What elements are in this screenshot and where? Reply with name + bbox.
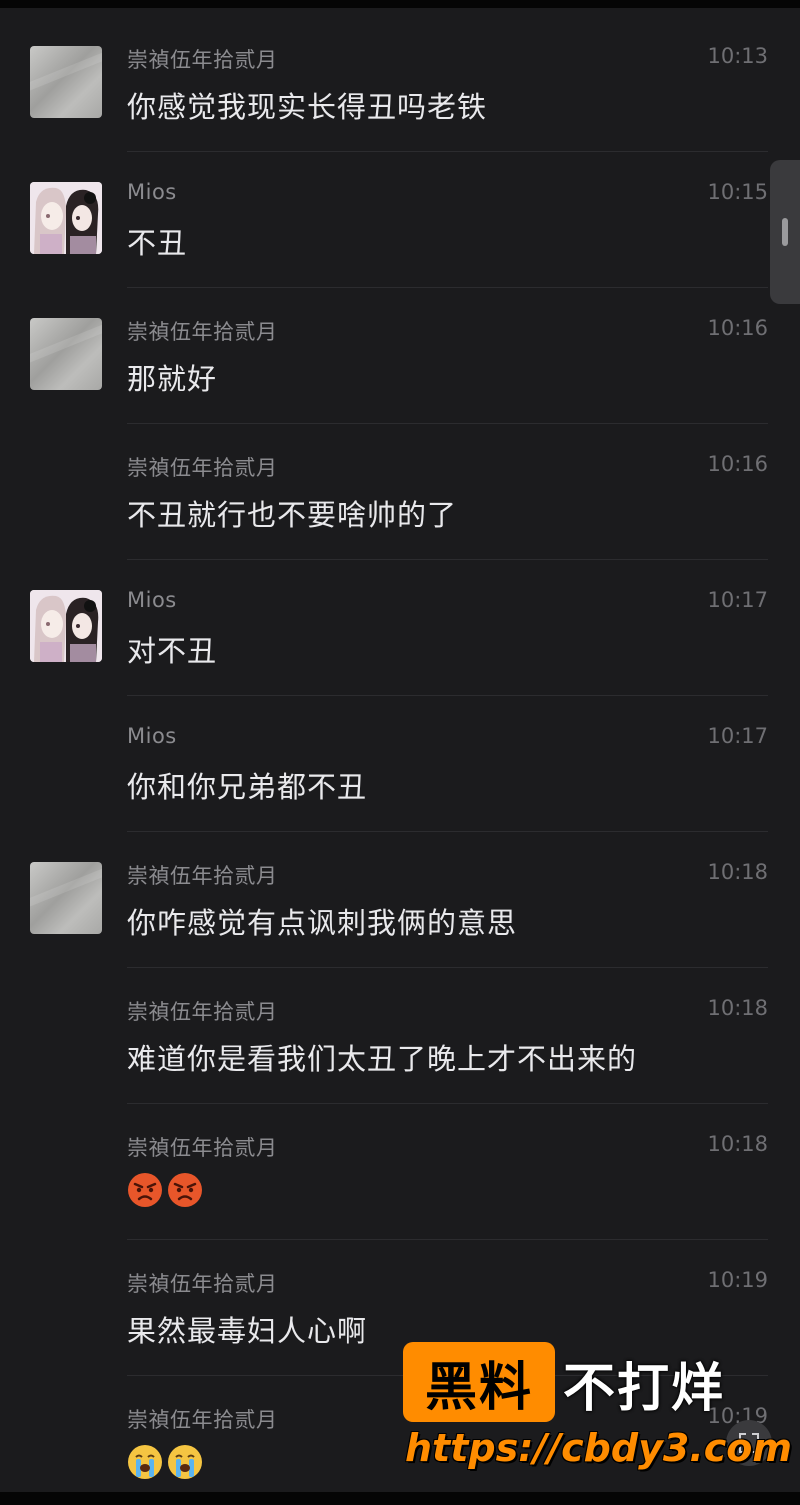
chat-history-screen: 崇禎伍年拾贰月 10:13 你感觉我现实长得丑吗老铁 Mios 10:15 不丑 <box>0 8 800 1492</box>
sender-name: 崇禎伍年拾贰月 <box>127 1408 278 1432</box>
avatar[interactable] <box>30 590 102 662</box>
crying-face-icon <box>128 1445 162 1479</box>
message-item[interactable]: Mios 10:17 对不丑 <box>0 560 800 696</box>
avatar[interactable] <box>30 46 102 118</box>
avatar[interactable] <box>30 318 102 390</box>
sender-name: 崇禎伍年拾贰月 <box>127 864 278 888</box>
message-time: 10:17 <box>707 588 768 612</box>
message-time: 10:18 <box>707 996 768 1020</box>
message-item[interactable]: 崇禎伍年拾贰月 10:16 那就好 <box>0 288 800 424</box>
bottom-strip <box>0 1492 800 1505</box>
message-time: 10:19 <box>707 1268 768 1292</box>
watermark-side-text: 不打烊 <box>563 1359 726 1419</box>
message-item[interactable]: 崇禎伍年拾贰月 10:18 你咋感觉有点讽刺我俩的意思 <box>0 832 800 968</box>
emoji-row <box>127 1444 203 1480</box>
message-time: 10:16 <box>707 316 768 340</box>
message-text: 对不丑 <box>127 634 218 668</box>
avatar[interactable] <box>30 182 102 254</box>
crying-face-icon <box>168 1445 202 1479</box>
message-text: 难道你是看我们太丑了晚上才不出来的 <box>127 1042 638 1076</box>
message-time: 10:13 <box>707 44 768 68</box>
message-text: 不丑 <box>127 226 188 260</box>
status-bar-strip <box>0 0 800 8</box>
anime-girl-avatar-icon <box>30 182 102 254</box>
message-time: 10:18 <box>707 860 768 884</box>
avatar[interactable] <box>30 862 102 934</box>
watermark-box: 黑料 <box>403 1342 555 1422</box>
message-text: 那就好 <box>127 362 218 396</box>
message-item[interactable]: 崇禎伍年拾贰月 10:16 不丑就行也不要啥帅的了 <box>0 424 800 560</box>
emoji-row <box>127 1172 203 1208</box>
message-time: 10:15 <box>707 180 768 204</box>
message-time: 10:18 <box>707 1132 768 1156</box>
message-item[interactable]: 崇禎伍年拾贰月 10:13 你感觉我现实长得丑吗老铁 <box>0 16 800 152</box>
message-item[interactable]: Mios 10:17 你和你兄弟都不丑 <box>0 696 800 832</box>
sender-name: 崇禎伍年拾贰月 <box>127 1000 278 1024</box>
angry-face-icon <box>128 1173 162 1207</box>
watermark: 黑料 不打烊 https://cbdy3.com <box>403 1342 792 1487</box>
sender-name: Mios <box>127 588 177 612</box>
message-item[interactable]: Mios 10:15 不丑 <box>0 152 800 288</box>
message-time: 10:16 <box>707 452 768 476</box>
message-text: 不丑就行也不要啥帅的了 <box>127 498 458 532</box>
message-text: 你感觉我现实长得丑吗老铁 <box>127 90 488 124</box>
message-item[interactable]: 崇禎伍年拾贰月 10:18 难道你是看我们太丑了晚上才不出来的 <box>0 968 800 1104</box>
message-text: 你和你兄弟都不丑 <box>127 770 368 804</box>
sender-name: 崇禎伍年拾贰月 <box>127 1136 278 1160</box>
sender-name: 崇禎伍年拾贰月 <box>127 320 278 344</box>
sender-name: Mios <box>127 724 177 748</box>
angry-face-icon <box>168 1173 202 1207</box>
sender-name: 崇禎伍年拾贰月 <box>127 1272 278 1296</box>
message-item[interactable]: 崇禎伍年拾贰月 10:18 <box>0 1104 800 1240</box>
watermark-url: https://cbdy3.com <box>405 1426 792 1470</box>
message-text: 果然最毒妇人心啊 <box>127 1314 368 1348</box>
message-time: 10:17 <box>707 724 768 748</box>
sender-name: 崇禎伍年拾贰月 <box>127 48 278 72</box>
message-text: 你咋感觉有点讽刺我俩的意思 <box>127 906 518 940</box>
anime-girl-avatar-icon <box>30 590 102 662</box>
sender-name: Mios <box>127 180 177 204</box>
sender-name: 崇禎伍年拾贰月 <box>127 456 278 480</box>
scrollbar-handle[interactable] <box>770 160 800 304</box>
